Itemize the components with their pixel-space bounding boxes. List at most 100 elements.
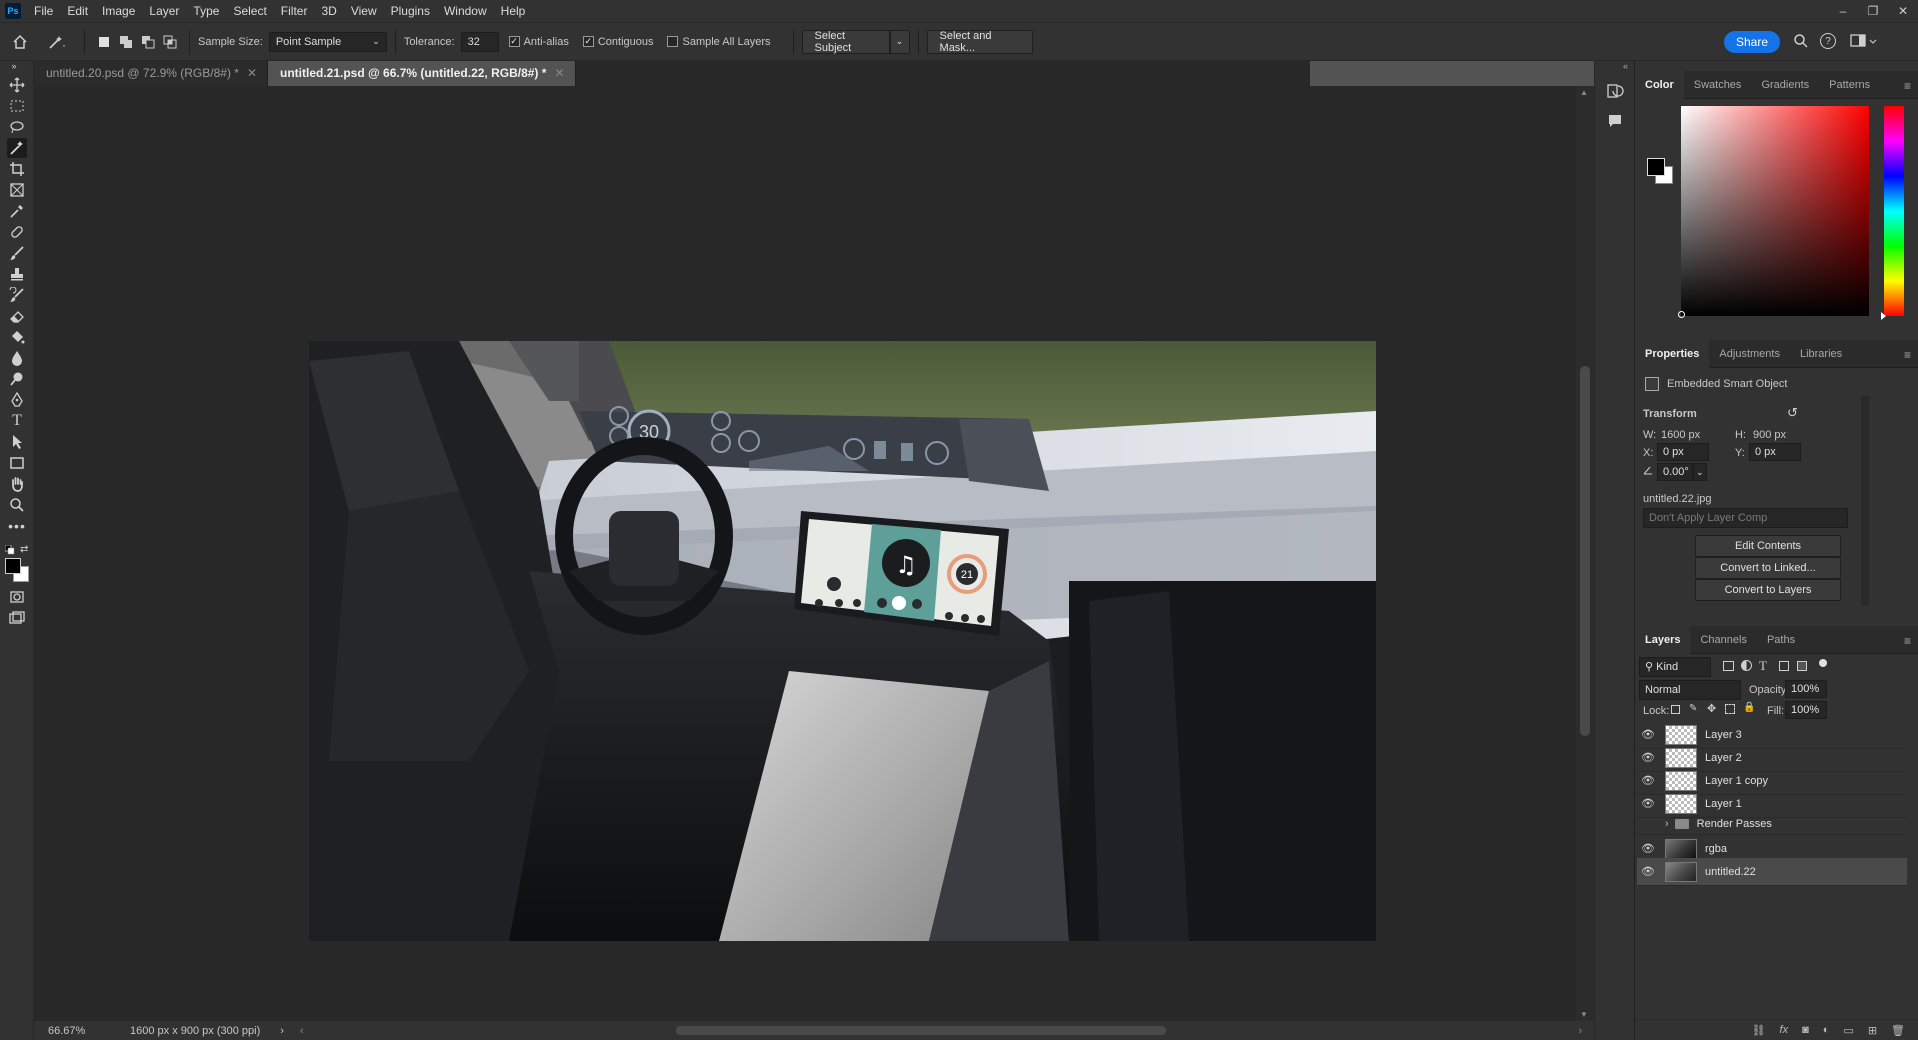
more-tools-icon[interactable]: •••: [7, 516, 27, 536]
dodge-tool-icon[interactable]: [7, 369, 27, 389]
select-subject-button[interactable]: Select Subject: [801, 29, 890, 54]
edit-contents-button[interactable]: Edit Contents: [1695, 535, 1841, 557]
color-fg-swatch[interactable]: [1647, 158, 1665, 176]
filter-toggle-icon[interactable]: [1819, 659, 1827, 667]
history-icon[interactable]: [1606, 83, 1624, 104]
paint-bucket-icon[interactable]: [7, 327, 27, 347]
visibility-eye-icon[interactable]: 👁: [1637, 728, 1659, 741]
scroll-down-icon[interactable]: ▼: [1580, 1010, 1588, 1019]
menu-3d[interactable]: 3D: [314, 0, 343, 22]
filter-adjustment-icon[interactable]: [1741, 660, 1752, 671]
blur-tool-icon[interactable]: [7, 348, 27, 368]
opacity-input[interactable]: 100%: [1785, 680, 1827, 698]
tab-channels[interactable]: Channels: [1690, 626, 1756, 654]
quick-mask-icon[interactable]: [7, 587, 27, 607]
filter-shape-icon[interactable]: [1779, 661, 1789, 671]
brush-tool-icon[interactable]: [7, 243, 27, 263]
properties-scrollbar[interactable]: [1861, 396, 1869, 606]
convert-to-linked-button[interactable]: Convert to Linked...: [1695, 557, 1841, 579]
swap-colors-icon[interactable]: ⇄: [20, 544, 28, 555]
default-colors-icon[interactable]: [4, 544, 15, 558]
tab-libraries[interactable]: Libraries: [1790, 340, 1852, 368]
eyedropper-tool-icon[interactable]: [7, 201, 27, 221]
magic-wand-preset-icon[interactable]: [40, 34, 76, 50]
panel-menu-icon[interactable]: ≡: [1904, 634, 1911, 648]
new-adjustment-icon[interactable]: ◐: [1823, 1024, 1830, 1036]
foreground-color-swatch[interactable]: [5, 558, 21, 574]
status-expand-icon[interactable]: ›: [280, 1025, 284, 1037]
document-info[interactable]: 1600 px x 900 px (300 ppi): [130, 1025, 260, 1037]
tab-properties[interactable]: Properties: [1635, 339, 1710, 368]
help-icon[interactable]: ?: [1820, 33, 1836, 49]
expand-chevron-icon[interactable]: ›: [1665, 818, 1669, 830]
hue-slider-handle[interactable]: [1881, 312, 1886, 320]
menu-file[interactable]: File: [27, 0, 60, 22]
sample-size-select[interactable]: Point Sample ⌄: [268, 31, 387, 52]
vertical-scrollbar[interactable]: ▲ ▼: [1576, 86, 1594, 1021]
panel-menu-icon[interactable]: ≡: [1904, 348, 1911, 362]
layer-filter-kind[interactable]: ⚲ Kind: [1639, 657, 1711, 677]
history-brush-icon[interactable]: [7, 285, 27, 305]
new-group-icon[interactable]: ▭: [1843, 1024, 1853, 1037]
zoom-tool-icon[interactable]: [7, 495, 27, 515]
tab-color[interactable]: Color: [1635, 70, 1684, 99]
angle-input[interactable]: 0.00°: [1657, 463, 1693, 481]
visibility-eye-icon[interactable]: 👁: [1637, 865, 1659, 878]
panel-menu-icon[interactable]: ≡: [1904, 79, 1911, 93]
reset-transform-icon[interactable]: ↺: [1787, 405, 1798, 421]
height-value[interactable]: 900 px: [1753, 429, 1786, 441]
workspace-icon[interactable]: [1850, 33, 1878, 52]
visibility-eye-icon[interactable]: 👁: [1637, 774, 1659, 787]
select-and-mask-button[interactable]: Select and Mask...: [926, 29, 1033, 54]
menu-filter[interactable]: Filter: [274, 0, 315, 22]
close-icon[interactable]: ✕: [247, 66, 257, 80]
close-window-button[interactable]: ✕: [1888, 0, 1918, 22]
tab-swatches[interactable]: Swatches: [1684, 71, 1752, 99]
tab-gradients[interactable]: Gradients: [1751, 71, 1819, 99]
minimize-button[interactable]: –: [1828, 0, 1858, 22]
scroll-left-icon[interactable]: ‹: [300, 1025, 304, 1037]
hue-slider[interactable]: [1884, 106, 1904, 316]
home-icon[interactable]: [0, 34, 40, 50]
scroll-up-icon[interactable]: ▲: [1580, 88, 1588, 97]
add-selection-icon[interactable]: [115, 35, 137, 49]
lock-transparency-icon[interactable]: [1671, 705, 1680, 714]
tolerance-input[interactable]: 32: [460, 31, 499, 52]
crop-tool-icon[interactable]: [7, 159, 27, 179]
tab-adjustments[interactable]: Adjustments: [1709, 340, 1790, 368]
delete-layer-icon[interactable]: 🗑: [1891, 1024, 1905, 1037]
tab-untitled-21[interactable]: untitled.21.psd @ 66.7% (untitled.22, RG…: [268, 61, 576, 86]
tab-paths[interactable]: Paths: [1757, 626, 1805, 654]
share-button[interactable]: Share: [1723, 31, 1780, 53]
filter-type-icon[interactable]: T: [1759, 658, 1767, 674]
healing-brush-icon[interactable]: [7, 222, 27, 242]
menu-help[interactable]: Help: [494, 0, 533, 22]
y-input[interactable]: 0 px: [1749, 443, 1801, 461]
move-tool-icon[interactable]: [7, 75, 27, 95]
lasso-tool-icon[interactable]: [7, 117, 27, 137]
angle-dropdown[interactable]: ⌄: [1693, 463, 1707, 481]
new-layer-icon[interactable]: ⊞: [1868, 1024, 1877, 1037]
width-value[interactable]: 1600 px: [1661, 429, 1700, 441]
marquee-tool-icon[interactable]: [7, 96, 27, 116]
layer-row-untitled-22[interactable]: 👁 untitled.22: [1637, 858, 1907, 886]
magic-wand-tool-icon[interactable]: [7, 138, 27, 158]
select-subject-dropdown[interactable]: ⌄: [889, 29, 910, 54]
frame-tool-icon[interactable]: [7, 180, 27, 200]
layer-row-render-passes[interactable]: › Render Passes: [1637, 813, 1907, 835]
x-input[interactable]: 0 px: [1657, 443, 1709, 461]
link-layers-icon[interactable]: ⛓: [1752, 1024, 1766, 1037]
visibility-eye-icon[interactable]: 👁: [1637, 842, 1659, 855]
visibility-eye-icon[interactable]: 👁: [1637, 751, 1659, 764]
new-selection-icon[interactable]: [93, 36, 115, 47]
menu-plugins[interactable]: Plugins: [384, 0, 437, 22]
stamp-tool-icon[interactable]: [7, 264, 27, 284]
sample-all-layers-checkbox[interactable]: Sample All Layers: [667, 36, 771, 48]
comments-icon[interactable]: [1607, 113, 1623, 132]
filter-pixel-icon[interactable]: [1723, 661, 1734, 671]
eraser-tool-icon[interactable]: [7, 306, 27, 326]
anti-alias-checkbox[interactable]: ✓ Anti-alias: [508, 36, 569, 48]
fill-input[interactable]: 100%: [1785, 701, 1827, 719]
color-field[interactable]: [1681, 106, 1869, 316]
scroll-right-icon[interactable]: ›: [1578, 1025, 1582, 1037]
